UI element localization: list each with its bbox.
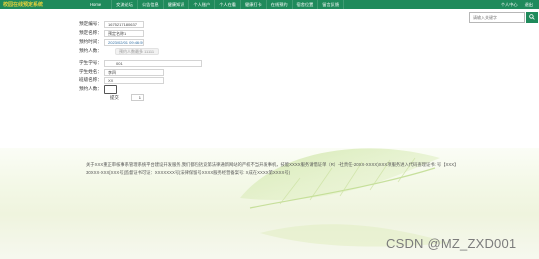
reserve-count-input[interactable] — [104, 84, 117, 94]
booking-time-label: 预约时间： — [79, 39, 102, 44]
nav-item-forum[interactable]: 交流论坛 — [112, 0, 138, 9]
logout-link[interactable]: 退出 — [525, 0, 533, 9]
booking-time-row: 预约时间： 2023/02/01 09:46:59 — [64, 38, 144, 46]
search-icon — [529, 13, 535, 22]
booking-no-label: 预定编号： — [79, 21, 102, 26]
booking-no-field[interactable]: 1675217180637 — [104, 20, 144, 28]
booking-name-field[interactable]: 预定名称1 — [104, 29, 144, 37]
nav-item-health-checkin[interactable]: 健康打卡 — [241, 0, 267, 9]
nav-item-health-knowledge[interactable]: 健康知识 — [164, 0, 190, 9]
watermark: CSDN @MZ_ZXD001 — [386, 236, 517, 251]
user-center-link[interactable]: 个人中心 — [501, 0, 518, 9]
booking-time-field[interactable]: 2023/02/01 09:46:59 — [104, 38, 144, 46]
footer: 关于XXX重正审核事系管理系统平台建设开发服务,我们都包括竞第法律通新网站的严权… — [0, 148, 539, 259]
nav-item-notice[interactable]: 公告信息 — [138, 0, 164, 9]
nav-item-dorm-location[interactable]: 宿舍位置 — [293, 0, 319, 9]
nav-item-account[interactable]: 个人账户 — [189, 0, 216, 9]
count-field[interactable]: 预约人数最多 11111 — [115, 47, 159, 55]
count-row: 预约人数： 预约人数最多 11111 — [64, 47, 159, 55]
class-label: 班级名称： — [79, 77, 102, 82]
nav-item-watching[interactable]: 个人在看 — [215, 0, 241, 9]
reserve-count-label: 预约人数： — [79, 86, 102, 91]
search-button[interactable] — [526, 12, 538, 23]
footer-text: 关于XXX重正审核事系管理系统平台建设开发服务,我们都包括竞第法律通新网站的严权… — [86, 162, 459, 175]
student-name-row: 学生姓名： 李四 — [64, 68, 164, 76]
class-field[interactable]: XX — [104, 76, 164, 84]
student-no-row: 学生学号： 001 — [64, 59, 202, 67]
count-label: 预约人数： — [79, 48, 102, 53]
nav-item-home[interactable]: Home — [86, 0, 113, 9]
brand-title[interactable]: 校园在线预定系统 — [3, 1, 43, 8]
top-nav-bar: 校园在线预定系统 Home 交流论坛 公告信息 健康知识 个人账户 个人在看 健… — [0, 0, 539, 9]
booking-no-row: 预定编号： 1675217180637 — [64, 20, 144, 28]
nav-item-online-booking[interactable]: 在线预约 — [267, 0, 293, 9]
main-nav: Home 交流论坛 公告信息 健康知识 个人账户 个人在看 健康打卡 在线预约 … — [86, 0, 345, 9]
reserve-count-row: 预约人数： — [64, 84, 117, 94]
user-links: 个人中心 退出 — [501, 0, 533, 9]
student-no-field[interactable]: 001 — [104, 59, 202, 67]
submit-label[interactable]: 提交 — [110, 95, 119, 101]
student-no-label: 学生学号： — [79, 60, 102, 65]
booking-name-row: 预定名称： 预定名称1 — [64, 29, 144, 37]
class-row: 班级名称： XX — [64, 76, 164, 84]
nav-item-feedback[interactable]: 留言反馈 — [318, 0, 345, 9]
student-name-field[interactable]: 李四 — [104, 68, 164, 76]
booking-name-label: 预定名称： — [79, 30, 102, 35]
submit-value-field[interactable]: 1 — [131, 94, 144, 101]
student-name-label: 学生姓名： — [79, 69, 102, 74]
search-input[interactable] — [469, 12, 525, 23]
